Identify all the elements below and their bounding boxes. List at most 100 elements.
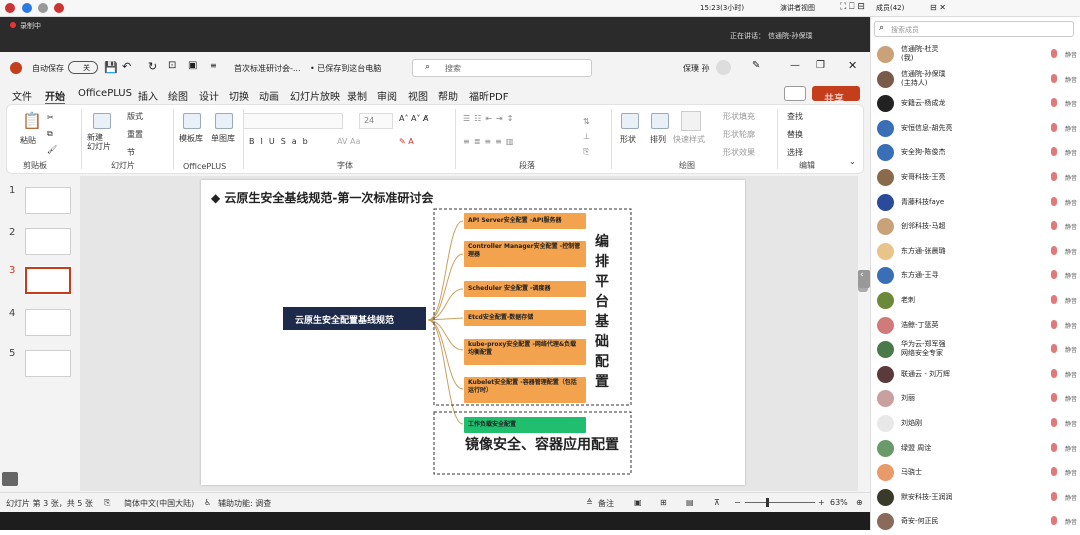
member-row[interactable]: 信通院-杜灵 (我) 静音 (877, 43, 1077, 68)
member-row[interactable]: 安恒信息-胡先亮 静音 (877, 117, 1077, 142)
single-image-icon[interactable] (215, 113, 233, 129)
member-row[interactable]: 安哥科技-王亮 静音 (877, 166, 1077, 191)
pen-icon[interactable]: ✎ (752, 60, 760, 71)
comments-button[interactable] (784, 86, 806, 101)
accessibility-status[interactable]: 辅助功能: 调查 (218, 498, 271, 509)
notes-icon[interactable]: ≜ (586, 498, 593, 507)
menu-animations[interactable]: 动画 (259, 88, 279, 103)
restore-icon[interactable]: ❐ (816, 60, 825, 71)
slide-thumbnail-3-selected[interactable] (24, 266, 72, 295)
template-icon[interactable] (183, 113, 201, 129)
member-row[interactable]: 默安科技-王润润 静音 (877, 486, 1077, 511)
accessibility-icon[interactable]: ♿ (204, 498, 211, 507)
member-row[interactable]: 安全狗-陈俊杰 静音 (877, 141, 1077, 166)
shape-effects-button[interactable]: 形状效果 (723, 147, 755, 158)
find-button[interactable]: 查找 (787, 111, 803, 122)
collapse-panel-icon[interactable]: ‹ (858, 270, 870, 288)
list-icons[interactable]: ☰☷⇤⇥↕ (463, 114, 517, 123)
font-format-icons[interactable]: BIUSab (249, 137, 314, 146)
menu-insert[interactable]: 插入 (138, 88, 158, 103)
share-button[interactable]: 共享 (812, 86, 860, 105)
new-slide-icon[interactable] (93, 113, 111, 129)
shape-button[interactable]: 形状 (620, 134, 636, 145)
member-row[interactable]: 刘焰刚 静音 (877, 412, 1077, 437)
align-icons[interactable]: ≡≣≡≡▥ (463, 137, 517, 146)
menu-design[interactable]: 设计 (199, 88, 219, 103)
highlight-icon[interactable]: ✎ A (399, 137, 414, 146)
present-icon[interactable]: ⊡ (168, 60, 176, 71)
collapse-ribbon-icon[interactable]: ⌄ (849, 157, 856, 166)
member-row[interactable]: 创邻科技-马超 静音 (877, 215, 1077, 240)
autosave-toggle[interactable]: 关 (68, 61, 98, 74)
member-row[interactable]: 马骁士 静音 (877, 461, 1077, 486)
zoom-slider-handle[interactable] (766, 498, 769, 507)
zoom-out-icon[interactable]: − (734, 498, 741, 507)
paste-icon[interactable]: 📋 (22, 111, 42, 130)
menu-file[interactable]: 文件 (12, 88, 32, 103)
normal-view-icon[interactable]: ▣ (634, 498, 642, 507)
font-size-select[interactable]: 24 (359, 113, 393, 129)
slide-sorter-icon[interactable]: ⊞ (660, 498, 667, 507)
slide[interactable]: ◆ 云原生安全基线规范-第一次标准研讨会 云原生安全配置基线规范 API Ser… (201, 180, 745, 485)
menu-review[interactable]: 审阅 (377, 88, 397, 103)
panel-controls[interactable]: ⊟ ✕ (930, 3, 946, 12)
menu-record[interactable]: 录制 (347, 88, 367, 103)
slide-thumbnail-1[interactable] (25, 187, 71, 214)
reset-button[interactable]: 重置 (127, 129, 143, 140)
shape-fill-button[interactable]: 形状填充 (723, 111, 755, 122)
shape-outline-button[interactable]: 形状轮廓 (723, 129, 755, 140)
menu-home[interactable]: 开始 (45, 88, 65, 105)
save-icon[interactable]: 💾 (104, 61, 118, 74)
redo-icon[interactable]: ↻ (148, 60, 157, 73)
arrange-icon[interactable] (651, 113, 669, 129)
copy-icon[interactable]: ⧉ (47, 129, 53, 139)
minimize-icon[interactable]: — (790, 60, 800, 71)
save-status[interactable]: • 已保存到这台电脑 (310, 63, 381, 74)
customize-icon[interactable]: ≡ (210, 61, 217, 70)
avatar[interactable] (716, 60, 731, 75)
member-row[interactable]: 安籍云-杨成龙 静音 (877, 92, 1077, 117)
member-row[interactable]: 浩鲸-丁篮英 静音 (877, 314, 1077, 339)
section-button[interactable]: 节 (127, 147, 135, 158)
member-row[interactable]: 奇安-何正民 静音 (877, 510, 1077, 535)
close-icon[interactable]: ✕ (848, 59, 857, 72)
menu-view[interactable]: 视图 (408, 88, 428, 103)
member-row[interactable]: 信通院-孙保璞 (主持人) 静音 (877, 68, 1077, 93)
new-slide-button[interactable]: 新建 幻灯片 (87, 133, 111, 151)
menu-draw[interactable]: 绘图 (168, 88, 188, 103)
char-spacing-icon[interactable]: AV Aa (337, 137, 360, 146)
zoom-level[interactable]: 63% (830, 498, 848, 507)
slide-thumbnail-4[interactable] (25, 309, 71, 336)
member-row[interactable]: 青藤科技faye 静音 (877, 191, 1077, 216)
replace-button[interactable]: 替换 (787, 129, 803, 140)
zoom-in-icon[interactable]: + (818, 498, 825, 507)
menu-help[interactable]: 帮助 (438, 88, 458, 103)
layout-button[interactable]: 版式 (127, 111, 143, 122)
font-family-select[interactable] (243, 113, 343, 129)
menu-officeplus[interactable]: OfficePLUS (78, 88, 132, 99)
fit-slide-icon[interactable]: ⊕ (856, 498, 863, 507)
template-button[interactable]: 模板库 (179, 133, 203, 144)
member-row[interactable]: 老刺 静音 (877, 289, 1077, 314)
member-search-input[interactable]: ⌕ 搜索成员 (874, 21, 1074, 37)
text-direction-icons[interactable]: ⇅ ⊥ ⎘ (583, 114, 590, 159)
spellcheck-icon[interactable]: ⎘ (104, 498, 110, 508)
zoom-slider[interactable] (745, 502, 815, 503)
notes-button[interactable]: 备注 (598, 498, 614, 509)
menu-transitions[interactable]: 切换 (229, 88, 249, 103)
menu-slideshow[interactable]: 幻灯片放映 (290, 88, 340, 103)
slide-thumbnail-5[interactable] (25, 350, 71, 377)
image-icon[interactable]: ▣ (188, 60, 197, 71)
quick-styles-icon[interactable] (681, 111, 701, 131)
paste-button[interactable]: 粘贴 (20, 135, 36, 146)
arrange-button[interactable]: 排列 (650, 134, 666, 145)
member-row[interactable]: 东方通-王寻 静音 (877, 264, 1077, 289)
quick-styles-button[interactable]: 快速样式 (673, 134, 705, 145)
member-row[interactable]: 东方通-张晨璐 静音 (877, 240, 1077, 265)
single-button[interactable]: 单图库 (211, 133, 235, 144)
member-row[interactable]: 联通云 - 刘万辉 静音 (877, 363, 1077, 388)
presenter-view-button[interactable]: 演讲者视图 (780, 3, 815, 13)
outline-toggle-icon[interactable] (2, 472, 18, 486)
menu-foxit-pdf[interactable]: 福昕PDF (469, 88, 508, 103)
cut-icon[interactable]: ✂ (47, 113, 54, 122)
